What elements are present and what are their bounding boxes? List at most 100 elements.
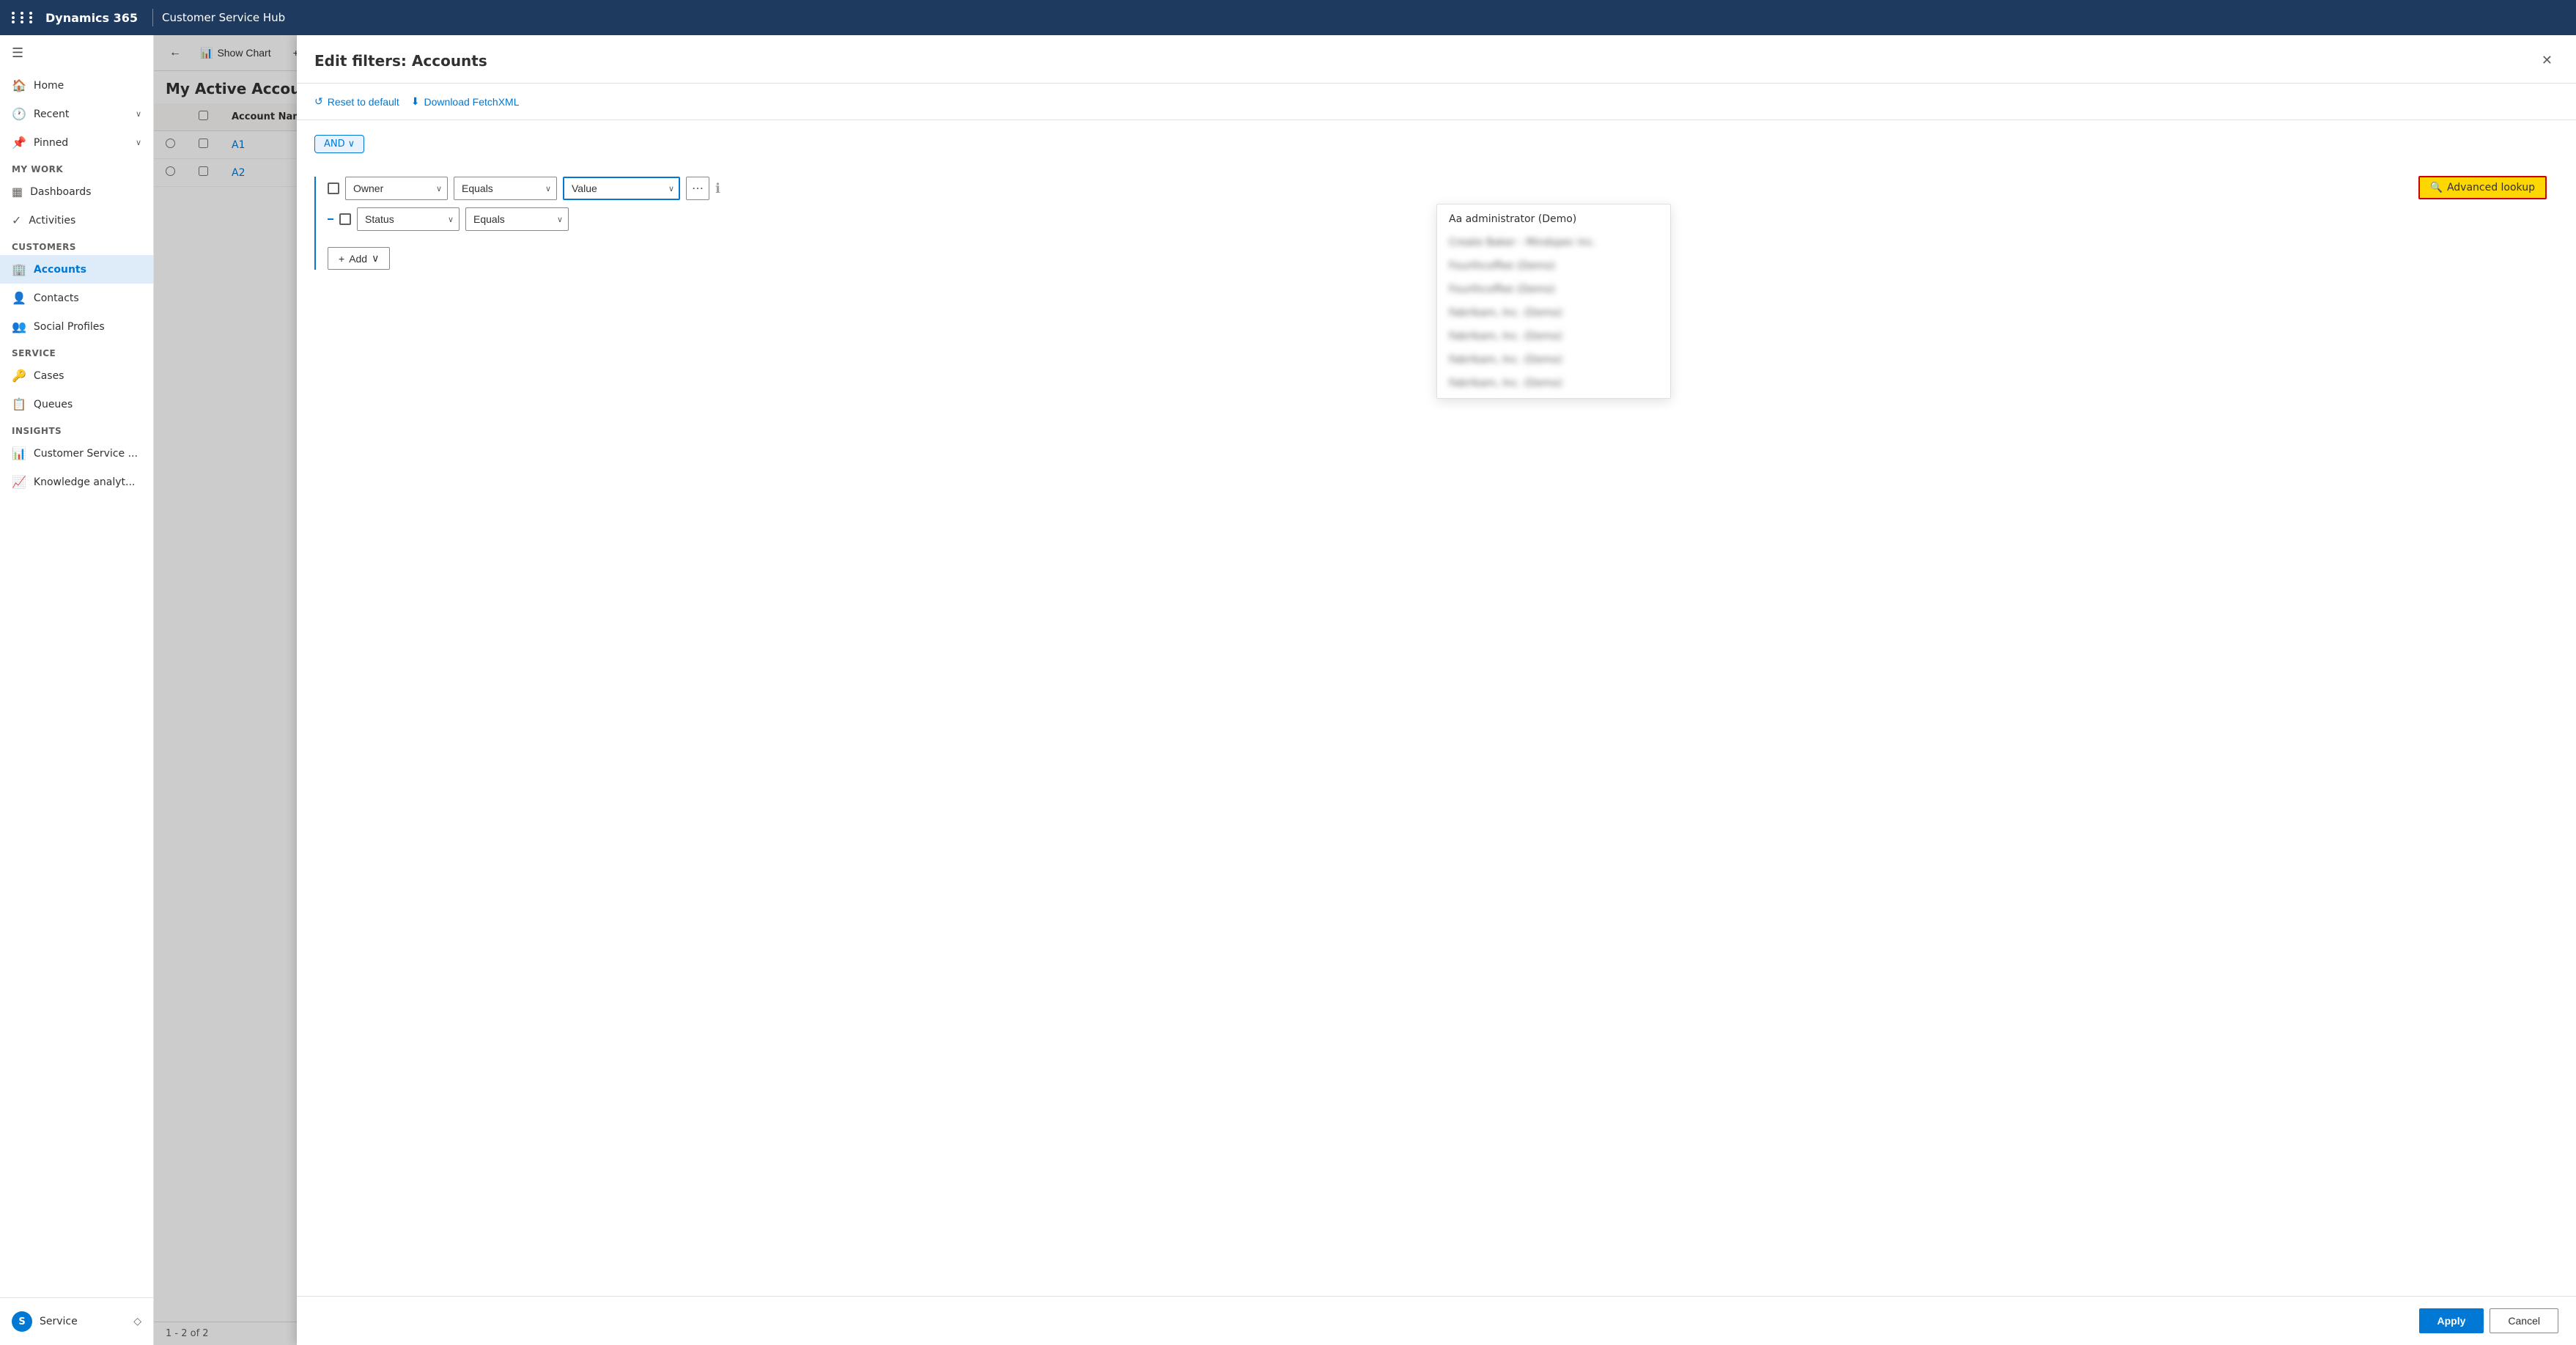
- dropdown-item-1[interactable]: Create Baker - Mindspec Inc.: [1437, 231, 1670, 254]
- section-my-work: My Work: [0, 157, 153, 177]
- top-bar: Dynamics 365 Customer Service Hub: [0, 0, 2576, 35]
- filter-1-field-wrapper: Owner Status Account Name ∨: [345, 177, 448, 200]
- sidebar-knowledge-label: Knowledge analyt...: [34, 476, 135, 488]
- pinned-chevron: ∨: [136, 138, 141, 147]
- add-label: Add: [349, 253, 367, 265]
- knowledge-icon: 📈: [12, 475, 26, 489]
- and-label: AND: [324, 139, 345, 150]
- apply-button[interactable]: Apply: [2419, 1308, 2484, 1333]
- recent-chevron: ∨: [136, 109, 141, 119]
- cases-icon: 🔑: [12, 369, 26, 383]
- dashboards-icon: ▦: [12, 185, 23, 199]
- social-profiles-icon: 👥: [12, 320, 26, 334]
- dropdown-item-5[interactable]: Fabrikam, Inc. (Demo): [1437, 325, 1670, 348]
- pinned-icon: 📌: [12, 136, 26, 150]
- modal-title: Edit filters: Accounts: [314, 52, 487, 70]
- download-icon: ⬇: [411, 95, 420, 108]
- reset-label: Reset to default: [328, 96, 399, 108]
- value-dropdown: Aa administrator (Demo) Create Baker - M…: [1436, 204, 1671, 399]
- reset-to-default-button[interactable]: ↺ Reset to default: [314, 92, 399, 111]
- and-operator-badge[interactable]: AND ∨: [314, 135, 364, 153]
- recent-icon: 🕐: [12, 107, 26, 121]
- advanced-lookup-button[interactable]: 🔍 Advanced lookup: [2418, 176, 2547, 199]
- app-name: Dynamics 365: [45, 11, 138, 25]
- top-bar-divider: [152, 9, 153, 26]
- add-icon: +: [339, 253, 344, 265]
- home-icon: 🏠: [12, 78, 26, 92]
- filter-1-field-select[interactable]: Owner Status Account Name: [345, 177, 448, 200]
- sidebar-dashboards-label: Dashboards: [30, 186, 91, 198]
- module-name: Customer Service Hub: [162, 11, 285, 24]
- sidebar-item-pinned[interactable]: 📌 Pinned ∨: [0, 128, 153, 157]
- filter-1-info-icon: ℹ: [715, 181, 720, 196]
- queues-icon: 📋: [12, 397, 26, 411]
- filter-2-field-select[interactable]: Status Owner Account Name: [357, 207, 460, 231]
- advanced-lookup-icon: 🔍: [2430, 182, 2443, 194]
- download-fetchxml-button[interactable]: ⬇ Download FetchXML: [411, 92, 520, 111]
- app-grid-icon[interactable]: [12, 12, 37, 23]
- dropdown-item-3[interactable]: Fourthcoffee (Demo): [1437, 278, 1670, 301]
- sidebar-activities-label: Activities: [29, 215, 75, 226]
- dropdown-list: Aa administrator (Demo) Create Baker - M…: [1437, 204, 1670, 398]
- cancel-button[interactable]: Cancel: [2490, 1308, 2558, 1333]
- activities-icon: ✓: [12, 213, 21, 227]
- hamburger-button[interactable]: ☰: [0, 35, 153, 71]
- sidebar-home-label: Home: [34, 80, 64, 92]
- section-customers: Customers: [0, 235, 153, 255]
- modal-panel: Edit filters: Accounts ✕ ↺ Reset to defa…: [297, 35, 2576, 1345]
- sidebar-bottom-icon: ◇: [133, 1316, 141, 1327]
- accounts-icon: 🏢: [12, 262, 26, 276]
- avatar: S: [12, 1311, 32, 1332]
- dropdown-item-0[interactable]: Aa administrator (Demo): [1437, 207, 1670, 231]
- add-filter-button[interactable]: + Add ∨: [328, 247, 390, 270]
- section-insights: Insights: [0, 419, 153, 439]
- filter-row-1: Owner Status Account Name ∨ Equals Does …: [328, 177, 2558, 200]
- dropdown-item-4[interactable]: Fabrikam, Inc. (Demo): [1437, 301, 1670, 325]
- sidebar-customer-service-label: Customer Service ...: [34, 448, 138, 460]
- modal-footer: Apply Cancel: [297, 1296, 2576, 1345]
- sidebar-item-recent[interactable]: 🕐 Recent ∨: [0, 100, 153, 128]
- contacts-icon: 👤: [12, 291, 26, 305]
- dropdown-item-6[interactable]: Fabrikam, Inc. (Demo): [1437, 348, 1670, 372]
- sidebar-item-customer-service[interactable]: 📊 Customer Service ...: [0, 439, 153, 468]
- filter-1-value-wrapper: Value ∨: [563, 177, 680, 200]
- filter-1-more-button[interactable]: ⋯: [686, 177, 709, 200]
- sidebar-item-knowledge[interactable]: 📈 Knowledge analyt...: [0, 468, 153, 496]
- filter-1-value-select[interactable]: Value: [563, 177, 680, 200]
- section-service: Service: [0, 341, 153, 361]
- sidebar-item-contacts[interactable]: 👤 Contacts: [0, 284, 153, 312]
- and-chevron: ∨: [348, 139, 355, 150]
- sidebar: ☰ 🏠 Home 🕐 Recent ∨ 📌 Pinned ∨ My Work ▦…: [0, 35, 154, 1345]
- sidebar-item-accounts[interactable]: 🏢 Accounts: [0, 255, 153, 284]
- sidebar-accounts-label: Accounts: [34, 264, 86, 276]
- sidebar-item-cases[interactable]: 🔑 Cases: [0, 361, 153, 390]
- download-label: Download FetchXML: [424, 96, 520, 108]
- sidebar-item-activities[interactable]: ✓ Activities: [0, 206, 153, 235]
- modal-toolbar: ↺ Reset to default ⬇ Download FetchXML: [297, 84, 2576, 120]
- sidebar-social-profiles-label: Social Profiles: [34, 321, 105, 333]
- sidebar-item-social-profiles[interactable]: 👥 Social Profiles: [0, 312, 153, 341]
- filter-2-operator-select[interactable]: Equals Does Not Equal: [465, 207, 569, 231]
- filter-connector: [328, 218, 333, 220]
- dropdown-item-7[interactable]: Fabrikam, Inc. (Demo): [1437, 372, 1670, 395]
- sidebar-pinned-label: Pinned: [34, 137, 68, 149]
- sidebar-recent-label: Recent: [34, 108, 69, 120]
- add-chevron: ∨: [372, 252, 379, 265]
- sidebar-bottom-service[interactable]: S Service ◇: [0, 1304, 153, 1339]
- content-area: ← 📊 Show Chart + New 🗑 Delete My Active …: [154, 35, 2576, 1345]
- filter-1-checkbox[interactable]: [328, 183, 339, 194]
- modal-close-button[interactable]: ✕: [2536, 50, 2558, 71]
- sidebar-queues-label: Queues: [34, 399, 73, 410]
- filter-1-operator-wrapper: Equals Does Not Equal Contains ∨: [454, 177, 557, 200]
- filter-1-operator-select[interactable]: Equals Does Not Equal Contains: [454, 177, 557, 200]
- sidebar-cases-label: Cases: [34, 370, 64, 382]
- reset-icon: ↺: [314, 95, 323, 108]
- sidebar-item-queues[interactable]: 📋 Queues: [0, 390, 153, 419]
- advanced-lookup-label: Advanced lookup: [2447, 182, 2535, 194]
- sidebar-item-home[interactable]: 🏠 Home: [0, 71, 153, 100]
- filter-2-checkbox[interactable]: [339, 213, 351, 225]
- dropdown-item-2[interactable]: Fourthcoffee (Demo): [1437, 254, 1670, 278]
- main-layout: ☰ 🏠 Home 🕐 Recent ∨ 📌 Pinned ∨ My Work ▦…: [0, 35, 2576, 1345]
- sidebar-bottom: S Service ◇: [0, 1297, 153, 1345]
- sidebar-item-dashboards[interactable]: ▦ Dashboards: [0, 177, 153, 206]
